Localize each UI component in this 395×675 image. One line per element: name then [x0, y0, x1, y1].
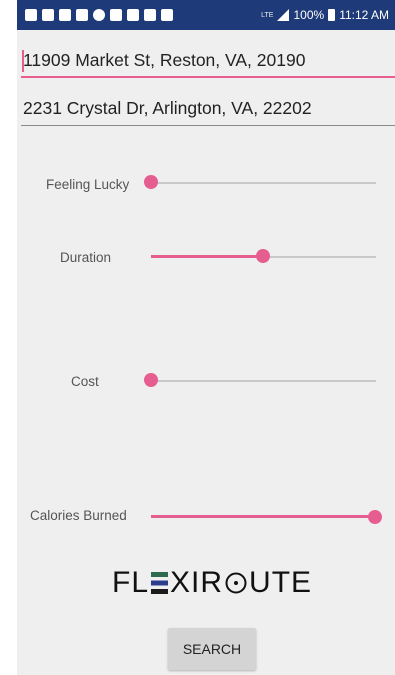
destination-address-input[interactable]	[21, 92, 395, 126]
slider-thumb[interactable]	[144, 175, 158, 189]
image-icon	[161, 9, 173, 21]
logo-text-suffix: UTE	[249, 566, 313, 599]
slider-thumb[interactable]	[368, 510, 382, 524]
chat-icon	[110, 9, 122, 21]
search-button[interactable]: SEARCH	[168, 628, 256, 670]
logo-compass-o-glyph	[225, 572, 247, 594]
logo-e-glyph	[151, 572, 169, 594]
cost-label: Cost	[71, 374, 99, 389]
slider-track	[151, 380, 376, 382]
message-icon	[25, 9, 37, 21]
flexiroute-logo: FL XIR UTE	[112, 566, 312, 600]
duration-label: Duration	[60, 250, 112, 265]
usb-icon	[144, 9, 156, 21]
network-type: LTE	[261, 11, 274, 19]
battery-percentage: 100%	[293, 8, 325, 22]
logo-text-prefix: FL	[112, 566, 150, 599]
news-icon	[76, 9, 88, 21]
notification-icons	[25, 9, 173, 23]
slider-fill	[151, 255, 263, 258]
facebook-icon	[59, 9, 71, 21]
gallery-icon	[127, 9, 139, 21]
app-screen: LTE 100% 11:12 AM Feeling Lucky Duration…	[17, 0, 395, 675]
slider-track	[151, 182, 376, 184]
battery-icon	[328, 9, 336, 21]
calories-burned-label: Calories Burned	[30, 508, 127, 523]
clock: 11:12 AM	[339, 8, 389, 22]
status-bar: LTE 100% 11:12 AM	[17, 0, 395, 30]
slider-fill	[151, 515, 376, 518]
calendar-icon	[42, 9, 54, 21]
text-cursor	[22, 50, 24, 72]
messenger-icon	[93, 9, 105, 21]
logo-text-middle: XIR	[170, 566, 224, 599]
feeling-lucky-label: Feeling Lucky	[46, 177, 130, 192]
slider-thumb[interactable]	[256, 249, 270, 263]
system-status: LTE 100% 11:12 AM	[261, 8, 389, 22]
slider-thumb[interactable]	[144, 373, 158, 387]
origin-address-input[interactable]	[21, 44, 395, 78]
signal-icon	[277, 9, 290, 21]
